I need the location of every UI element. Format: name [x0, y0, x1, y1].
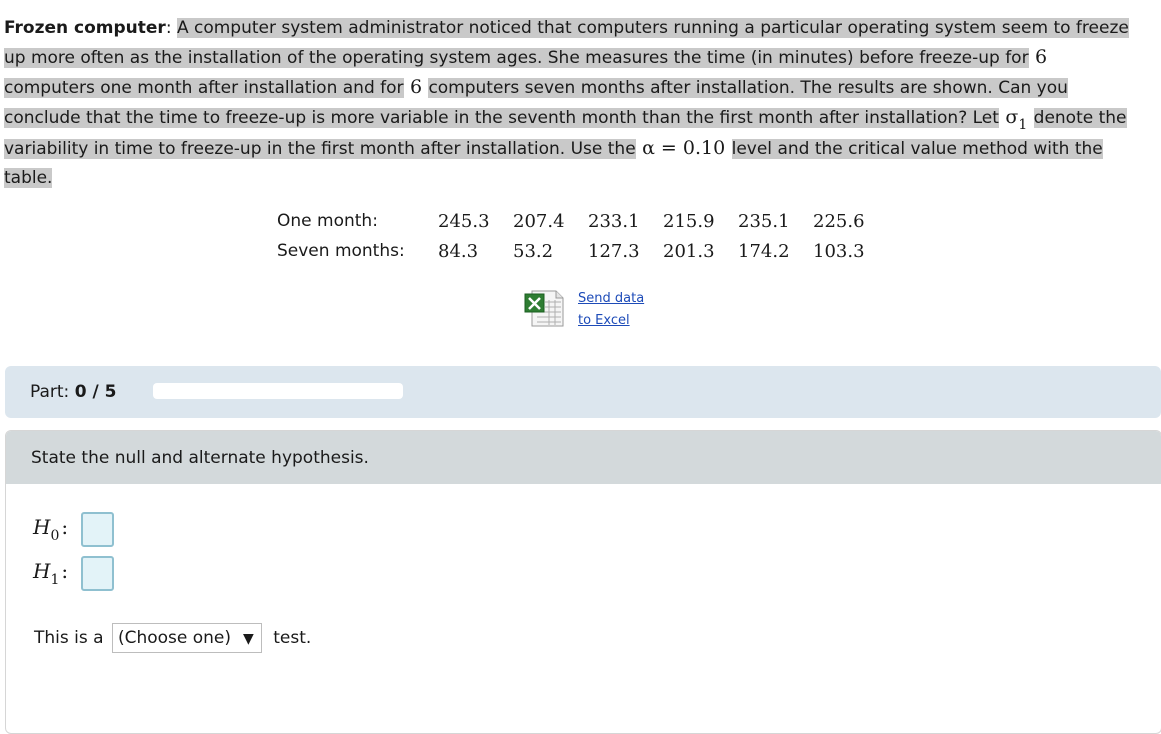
test-suffix: test.	[273, 628, 312, 648]
h0-label: H0:	[33, 515, 69, 544]
alpha-level: α = 0.10	[641, 137, 727, 159]
test-type-select[interactable]: (Choose one) ▼	[111, 623, 262, 653]
table-cell: 245.3	[438, 210, 490, 232]
table-cell: 233.1	[588, 210, 640, 232]
h1-input[interactable]	[81, 556, 114, 591]
table-row: One month: 245.3 207.4 233.1 215.9 235.1…	[277, 206, 888, 236]
question-header: State the null and alternate hypothesis.	[6, 431, 1161, 484]
table-cell: 84.3	[438, 240, 479, 262]
part-label: Part: 0 / 5	[30, 382, 116, 402]
table-cell: 103.3	[813, 240, 865, 262]
sigma-symbol: σ	[1005, 106, 1019, 128]
test-type-line: This is a (Choose one) ▼ test.	[34, 623, 311, 653]
table-cell: 201.3	[663, 240, 715, 262]
h1-symbol: H	[33, 559, 51, 583]
dropdown-arrow-icon[interactable]: ▼	[243, 631, 254, 647]
n-seven-months: 6	[408, 76, 424, 98]
problem-title: Frozen computer	[4, 18, 166, 38]
sigma-one: σ1	[1004, 106, 1029, 133]
question-prompt: State the null and alternate hypothesis.	[31, 448, 369, 468]
h0-input[interactable]	[81, 512, 114, 547]
table-cell: 235.1	[738, 210, 790, 232]
select-value[interactable]: (Choose one)	[118, 628, 231, 648]
table-cell: 207.4	[513, 210, 565, 232]
link-line-2[interactable]: to Excel	[578, 310, 644, 332]
table-cell: 215.9	[663, 210, 715, 232]
part-count: 0 / 5	[74, 382, 117, 402]
link-line-1[interactable]: Send data	[578, 288, 644, 310]
h1-colon: :	[61, 559, 69, 583]
h0-symbol: H	[33, 515, 51, 539]
send-data-to-excel-link[interactable]: Send data to Excel	[578, 288, 644, 332]
table-cell: 225.6	[813, 210, 865, 232]
table-row: Seven months: 84.3 53.2 127.3 201.3 174.…	[277, 236, 888, 266]
sigma-subscript: 1	[1018, 117, 1028, 133]
part-progress-bar: Part: 0 / 5	[5, 366, 1161, 418]
problem-text-1: A computer system administrator noticed …	[4, 18, 1129, 68]
problem-text-2: computers one month after installation a…	[4, 78, 404, 98]
question-card: State the null and alternate hypothesis.…	[5, 430, 1161, 734]
table-cell: 174.2	[738, 240, 790, 262]
table-cell: 127.3	[588, 240, 640, 262]
h1-label: H1:	[33, 559, 69, 588]
progress-track	[153, 383, 403, 399]
title-colon: :	[165, 18, 172, 38]
row-label: Seven months:	[277, 241, 405, 261]
h0-colon: :	[61, 515, 69, 539]
problem-statement: Frozen computer: A computer system admin…	[4, 14, 1139, 193]
table-cell: 53.2	[513, 240, 554, 262]
data-table: One month: 245.3 207.4 233.1 215.9 235.1…	[277, 206, 888, 266]
h1-subscript: 1	[50, 572, 60, 588]
n-one-month: 6	[1033, 46, 1049, 68]
h0-subscript: 0	[50, 528, 60, 544]
row-label: One month:	[277, 211, 378, 231]
test-prefix: This is a	[34, 628, 104, 648]
part-text: Part:	[30, 382, 70, 402]
excel-spreadsheet-icon[interactable]	[523, 288, 565, 328]
